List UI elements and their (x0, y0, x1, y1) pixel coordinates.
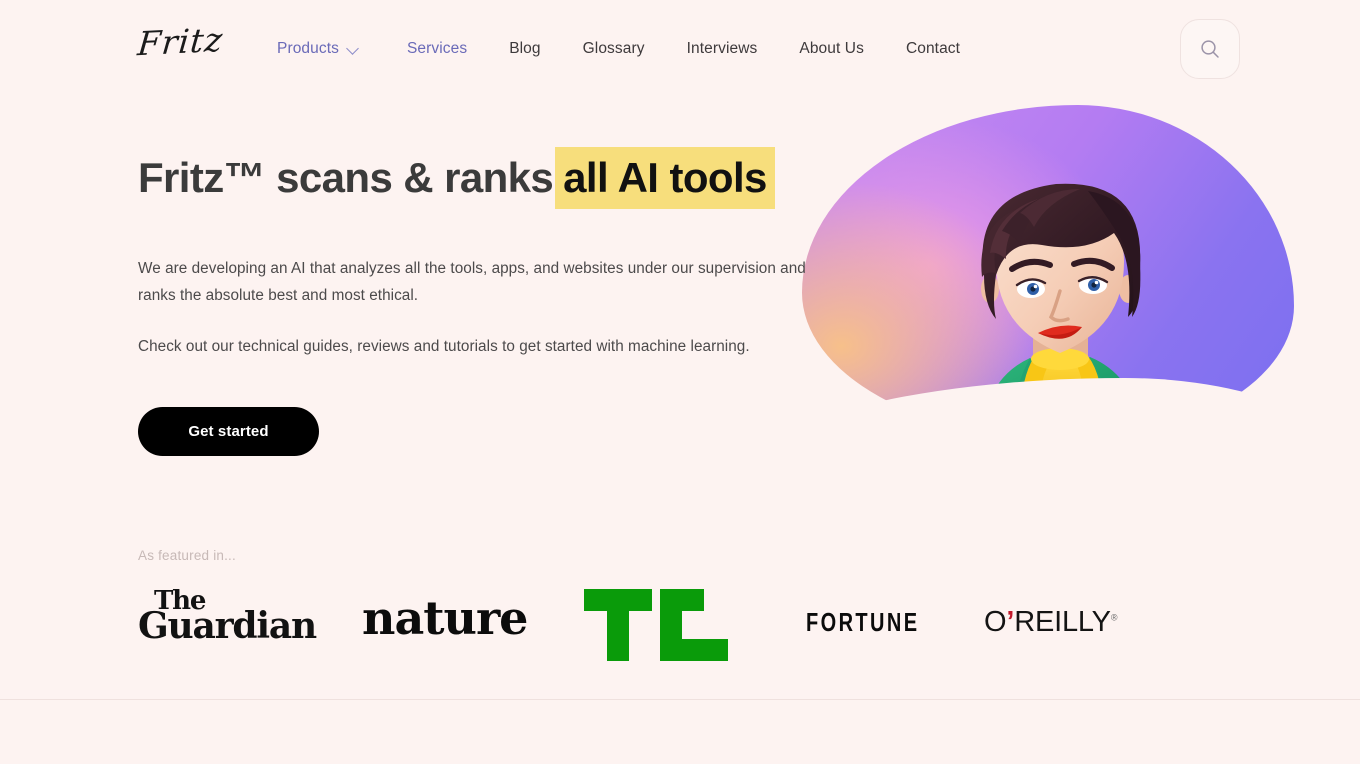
fortune-logo[interactable]: FORTUNE (806, 609, 919, 638)
headline-plain-text: Fritz™ scans & ranks (138, 154, 554, 201)
oreilly-post: REILLY (1014, 606, 1111, 638)
techcrunch-logo[interactable] (584, 589, 728, 661)
hero-illustration (802, 105, 1294, 440)
nature-logo[interactable]: nature (362, 595, 528, 641)
the-guardian-logo[interactable]: The Guardian (138, 588, 317, 648)
oreilly-pre: O (984, 606, 1007, 638)
page-title: Fritz™ scans & ranks all AI tools (138, 147, 838, 209)
guardian-line-2: Guardian (138, 605, 317, 648)
hero-paragraph-1: We are developing an AI that analyzes al… (138, 260, 806, 304)
below-fold-area (0, 700, 1360, 764)
featured-logo-row: The Guardian nature FORTUNE O’REILLY® (138, 573, 1238, 661)
oreilly-logo[interactable]: O’REILLY® (984, 606, 1117, 639)
get-started-button[interactable]: Get started (138, 407, 319, 456)
oreilly-registered-mark: ® (1110, 612, 1118, 623)
hero-copy: Fritz™ scans & ranks all AI tools We are … (138, 147, 838, 456)
headline-highlight-text: all AI tools (555, 147, 775, 209)
hero-paragraph-2: Check out our technical guides, reviews … (138, 338, 750, 355)
featured-in-section: As featured in... The Guardian nature FO… (138, 548, 1238, 661)
techcrunch-tc-mark (584, 589, 728, 661)
featured-in-label: As featured in... (138, 548, 236, 563)
